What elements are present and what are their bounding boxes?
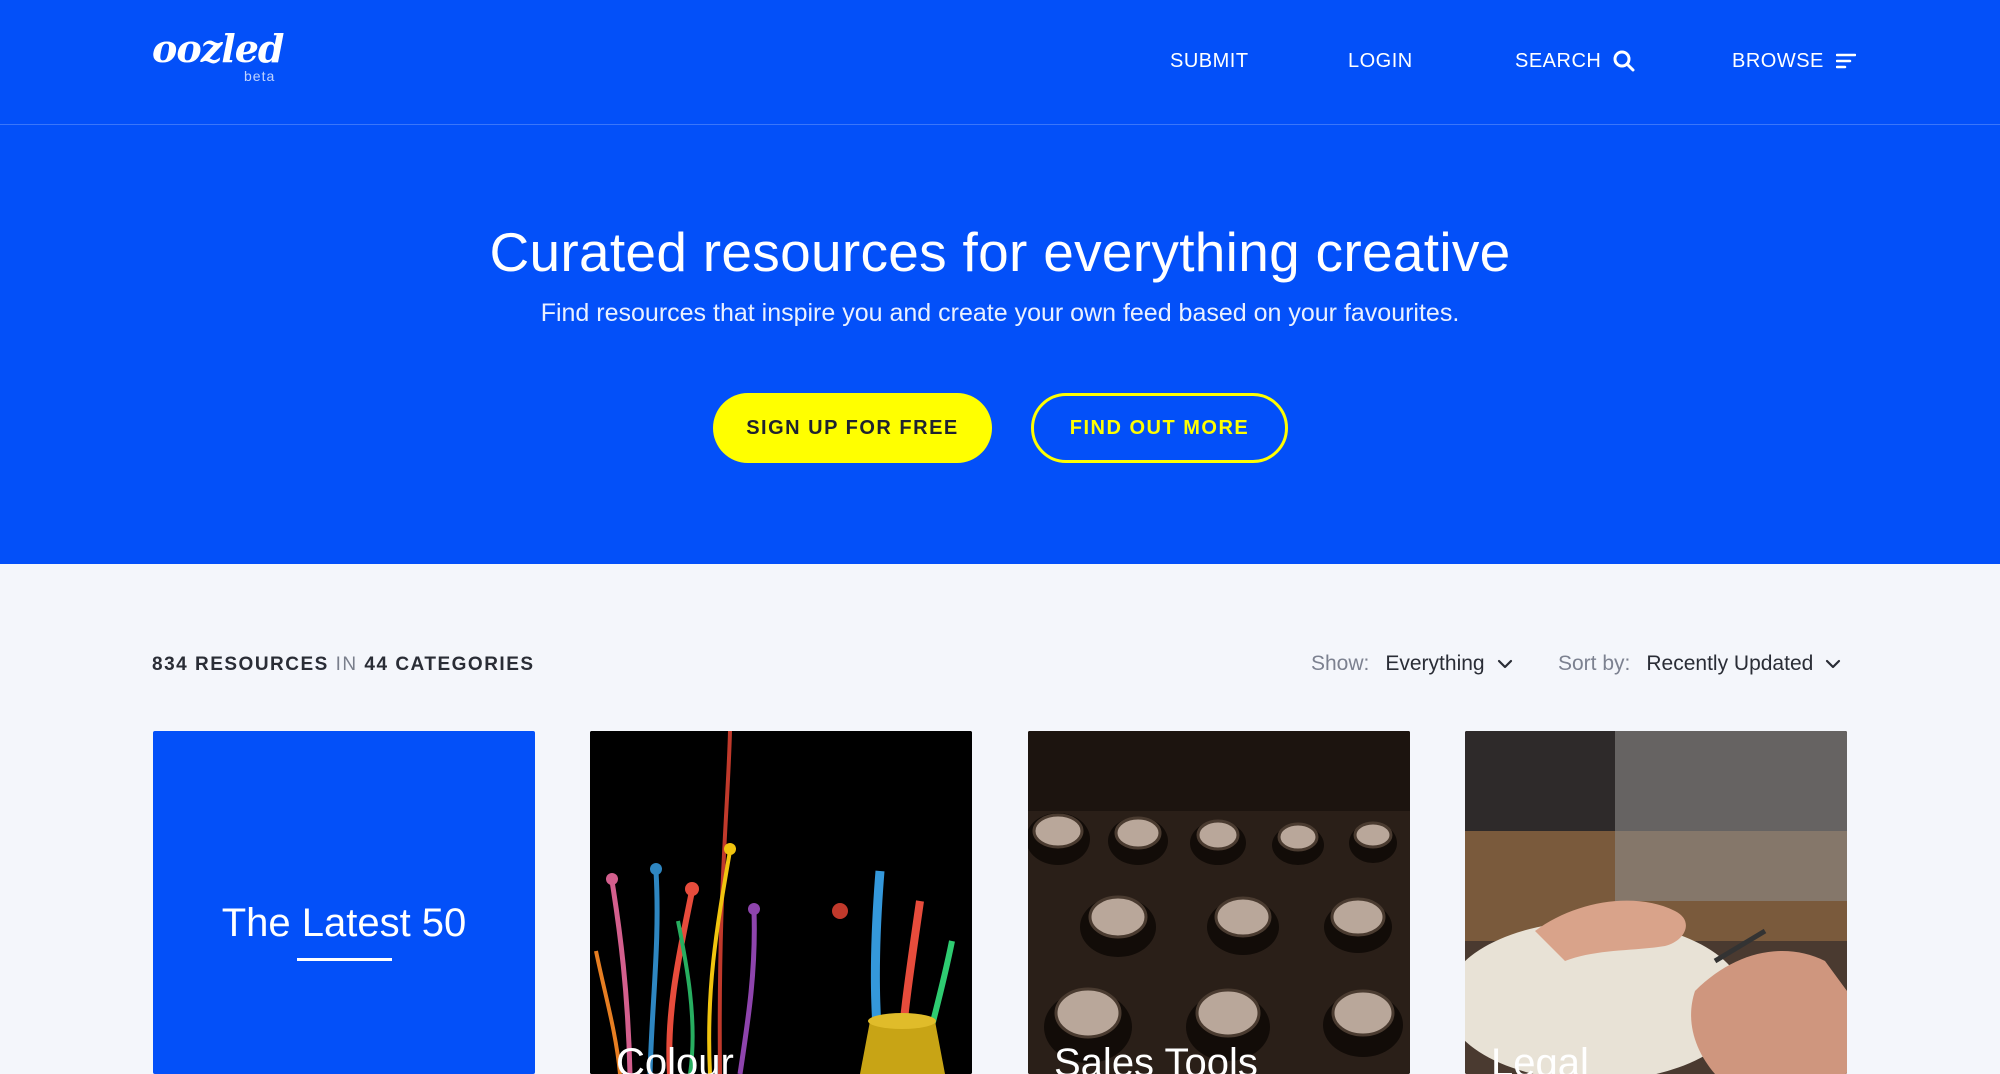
hero: Curated resources for everything creativ… xyxy=(0,125,2000,564)
title-underline xyxy=(297,958,392,961)
show-filter: Show: Everything xyxy=(1311,651,1513,677)
beta-badge: beta xyxy=(244,68,276,84)
sort-value: Recently Updated xyxy=(1646,652,1814,675)
categories-count: 44 xyxy=(364,654,389,675)
find-out-more-button[interactable]: FIND OUT MORE xyxy=(1031,393,1288,463)
nav-search-label: SEARCH xyxy=(1515,50,1602,72)
category-card-sales-tools[interactable]: Sales Tools xyxy=(1028,731,1410,1074)
resource-stats: 834 RESOURCES IN 44 CATEGORIES xyxy=(152,653,535,677)
resources-label: RESOURCES xyxy=(194,654,329,675)
paint-splash-image xyxy=(590,731,972,1074)
nav-browse-label: BROWSE xyxy=(1732,50,1824,72)
nav-search[interactable]: SEARCH xyxy=(1515,48,1635,74)
chevron-down-icon xyxy=(1497,659,1513,669)
category-card-legal[interactable]: Legal xyxy=(1465,731,1847,1074)
writing-hand-image xyxy=(1465,731,1847,1074)
hero-subtitle: Find resources that inspire you and crea… xyxy=(540,299,1460,327)
sort-label: Sort by: xyxy=(1558,652,1631,675)
category-card-latest-50[interactable]: The Latest 50 xyxy=(153,731,535,1074)
nav-login-label: LOGIN xyxy=(1348,50,1413,72)
sort-dropdown[interactable]: Recently Updated xyxy=(1646,651,1841,677)
categories-label: CATEGORIES xyxy=(395,654,535,675)
site-header: oozled beta SUBMIT LOGIN SEARCH BROWSE xyxy=(0,0,2000,125)
card-title: Sales Tools xyxy=(1054,1041,1258,1074)
card-title: The Latest 50 xyxy=(221,901,467,945)
in-label: IN xyxy=(335,654,358,675)
resources-count: 834 xyxy=(152,654,189,675)
typewriter-keys-image xyxy=(1028,731,1410,1074)
menu-lines-icon xyxy=(1835,53,1856,69)
show-dropdown[interactable]: Everything xyxy=(1385,651,1512,677)
sort-filter: Sort by: Recently Updated xyxy=(1558,651,1841,677)
nav-submit-label: SUBMIT xyxy=(1170,50,1249,72)
nav-browse[interactable]: BROWSE xyxy=(1732,48,1856,74)
category-card-colour[interactable]: Colour xyxy=(590,731,972,1074)
show-value: Everything xyxy=(1385,652,1485,675)
logo[interactable]: oozled xyxy=(152,30,284,68)
sign-up-button[interactable]: SIGN UP FOR FREE xyxy=(713,393,992,463)
chevron-down-icon xyxy=(1825,659,1841,669)
show-label: Show: xyxy=(1311,652,1370,675)
nav-login[interactable]: LOGIN xyxy=(1348,48,1413,74)
nav-submit[interactable]: SUBMIT xyxy=(1170,48,1249,74)
search-icon xyxy=(1613,50,1635,72)
card-title: Legal xyxy=(1491,1041,1589,1074)
hero-title: Curated resources for everything creativ… xyxy=(489,221,1511,283)
card-title: Colour xyxy=(616,1041,734,1074)
